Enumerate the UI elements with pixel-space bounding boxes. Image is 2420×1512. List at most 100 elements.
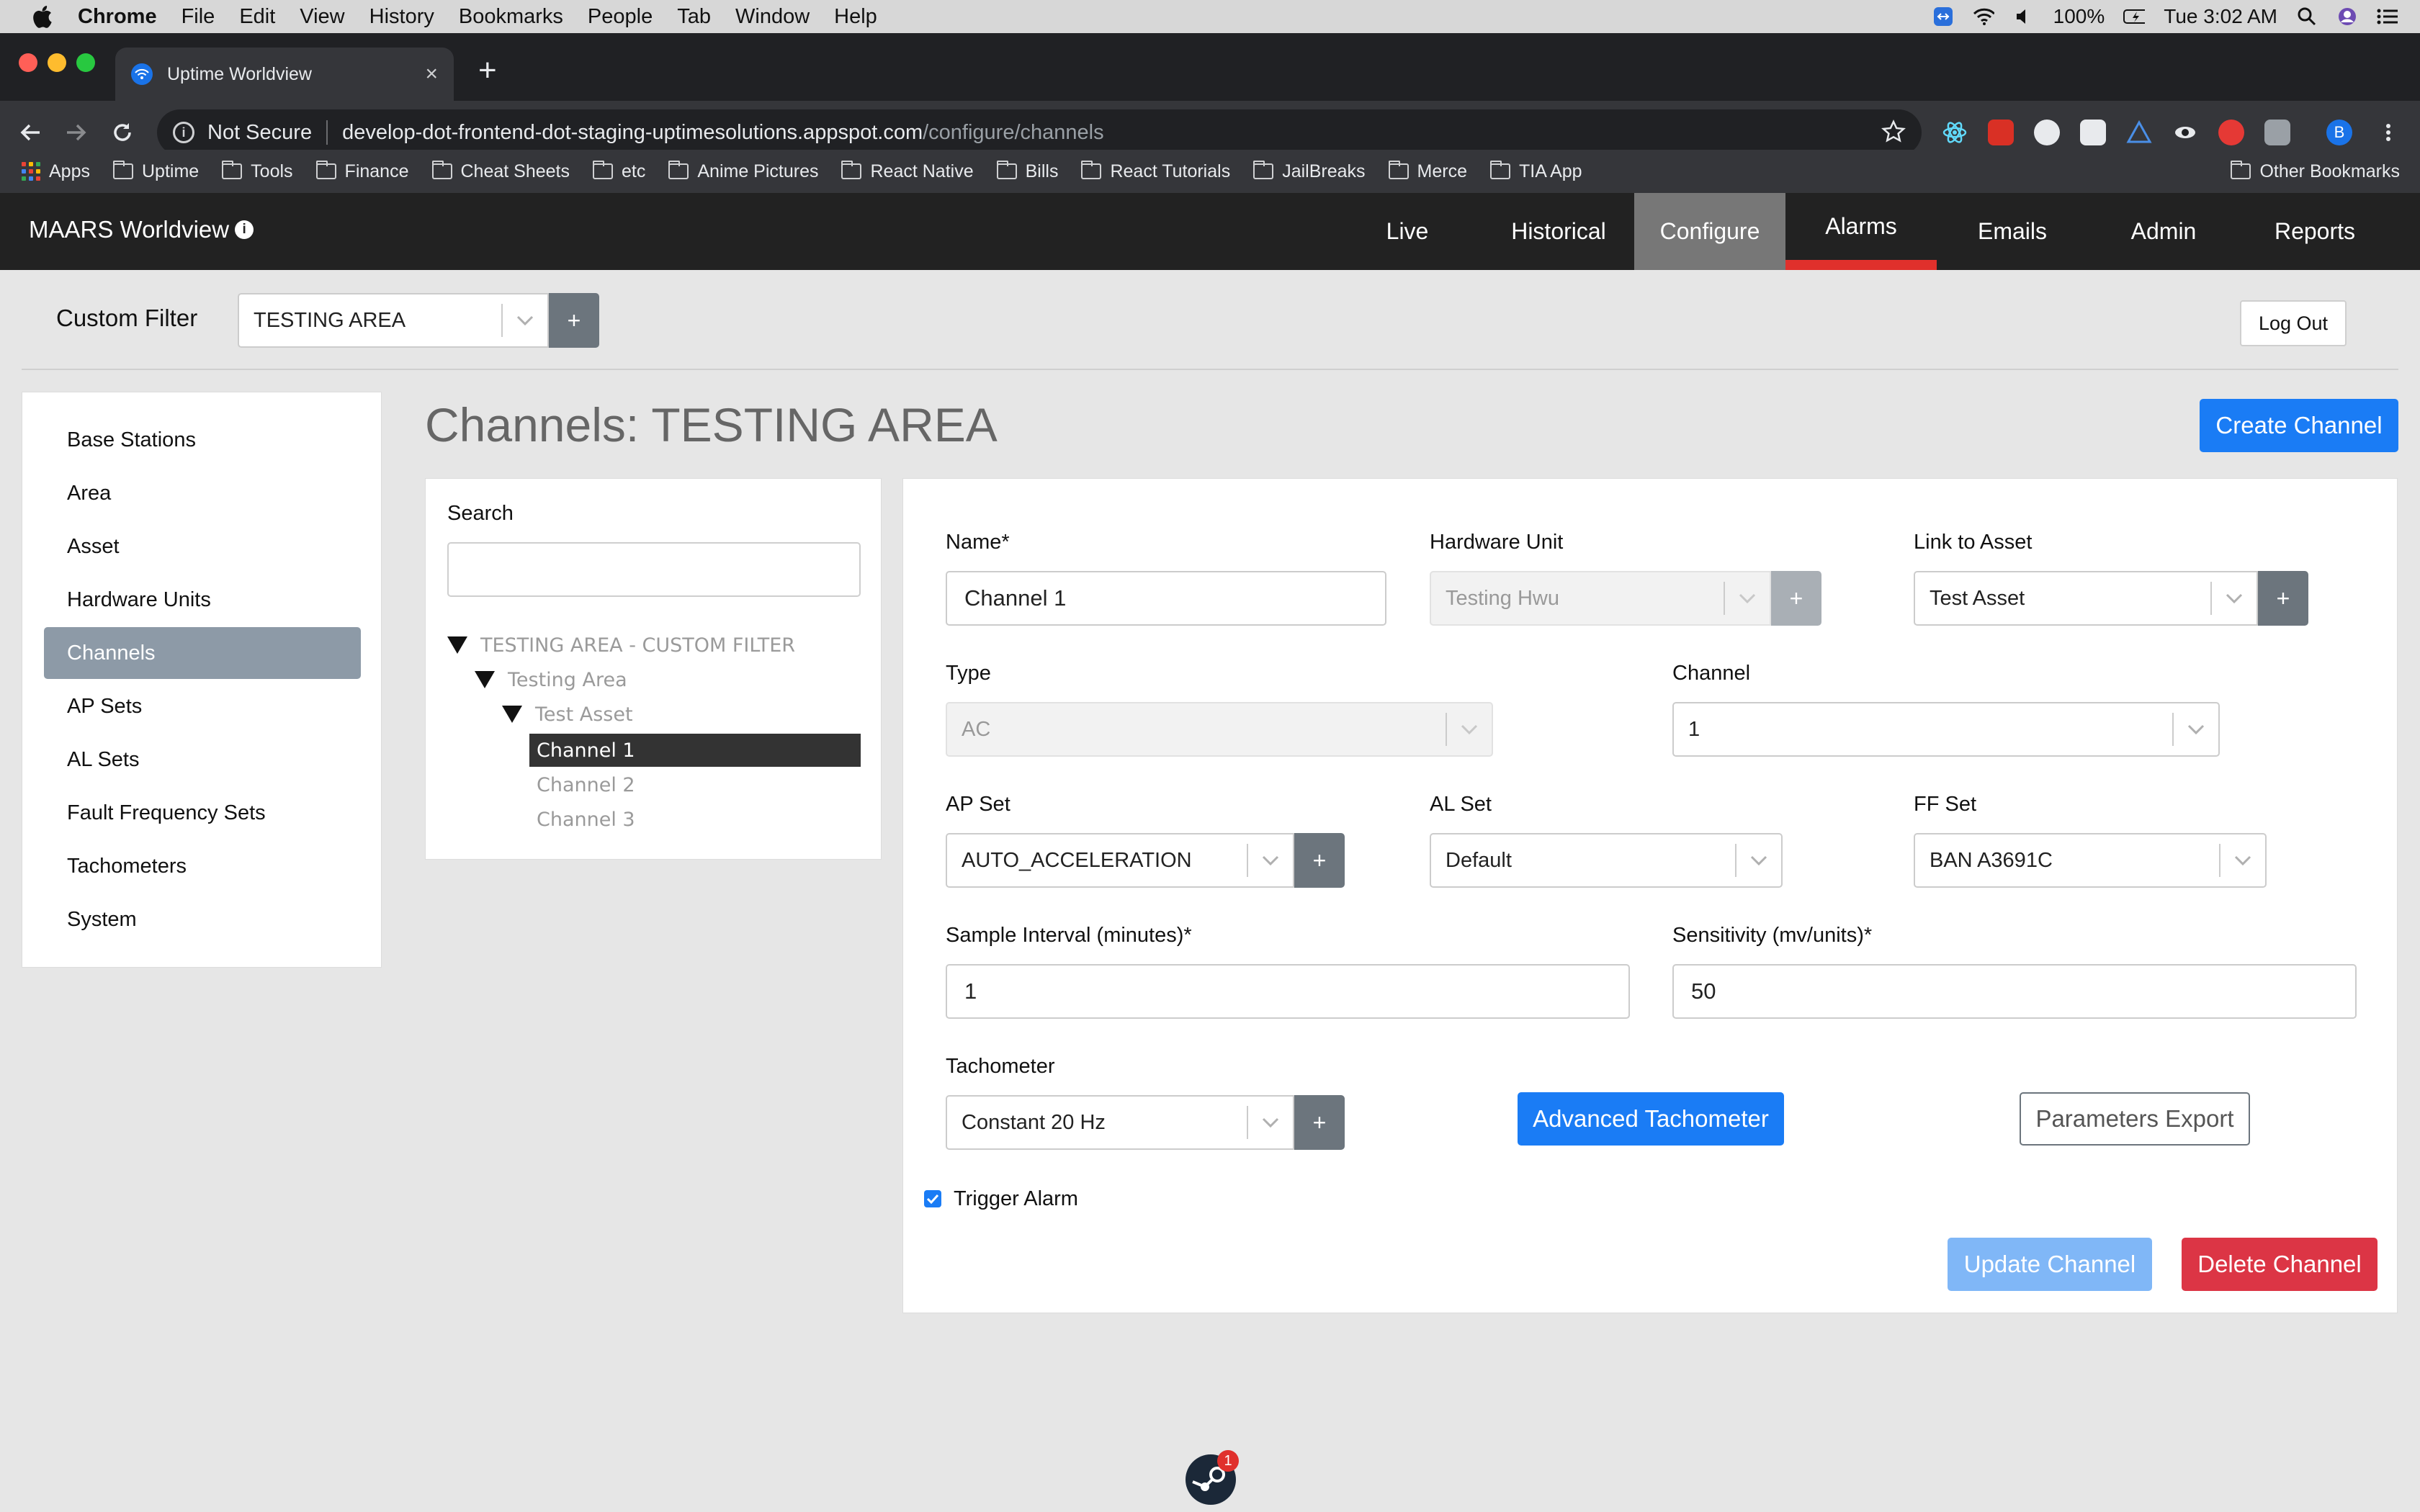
search-input[interactable] (447, 542, 861, 597)
window-minimize-button[interactable] (48, 53, 66, 72)
window-close-button[interactable] (19, 53, 37, 72)
nav-emails[interactable]: Emails (1937, 193, 2088, 270)
channel-select[interactable]: 1 (1672, 702, 2220, 757)
bookmark-folder[interactable]: React Native (841, 161, 974, 182)
other-bookmarks[interactable]: Other Bookmarks (2231, 150, 2400, 193)
sidebar-item-tachometers[interactable]: Tachometers (44, 840, 361, 892)
sidebar-item-area[interactable]: Area (44, 467, 361, 519)
menu-bookmarks[interactable]: Bookmarks (459, 5, 563, 29)
chevron-down-icon[interactable] (1736, 855, 1781, 865)
nav-admin[interactable]: Admin (2088, 193, 2239, 270)
chevron-down-icon[interactable] (2174, 724, 2218, 734)
chevron-down-icon[interactable] (1248, 1117, 1293, 1128)
tree-asset-node[interactable]: Test Asset (502, 698, 633, 731)
chevron-down-icon[interactable] (503, 315, 547, 325)
bookmark-apps[interactable]: Apps (22, 161, 90, 182)
nav-live[interactable]: Live (1332, 193, 1483, 270)
sidebar-item-hardware-units[interactable]: Hardware Units (44, 574, 361, 626)
reload-icon[interactable] (107, 117, 138, 148)
expand-triangle-icon[interactable] (447, 636, 467, 654)
nav-alarms[interactable]: Alarms (1785, 193, 1937, 270)
menu-help[interactable]: Help (834, 5, 877, 29)
chevron-down-icon[interactable] (1725, 593, 1770, 603)
bookmark-folder[interactable]: JailBreaks (1253, 161, 1366, 182)
apple-icon[interactable] (27, 2, 56, 31)
menu-view[interactable]: View (300, 5, 344, 29)
add-hardware-unit-button[interactable]: + (1771, 571, 1821, 626)
chevron-down-icon[interactable] (2220, 855, 2265, 865)
bookmark-star-icon[interactable] (1881, 120, 1906, 150)
menu-tab[interactable]: Tab (677, 5, 711, 29)
name-input[interactable]: Channel 1 (946, 571, 1386, 626)
parameters-export-button[interactable]: Parameters Export (2020, 1092, 2250, 1146)
extension-circle-icon[interactable] (2034, 120, 2060, 145)
ap-set-select[interactable]: AUTO_ACCELERATION (946, 833, 1294, 888)
menu-file[interactable]: File (182, 5, 215, 29)
extension-pin-icon[interactable] (2264, 120, 2290, 145)
sidebar-item-base-stations[interactable]: Base Stations (44, 414, 361, 466)
cors-extension-icon[interactable] (1988, 120, 2014, 145)
tree-channel-node[interactable]: Channel 3 (537, 803, 635, 836)
extension-triangle-icon[interactable] (2126, 120, 2152, 145)
nav-historical[interactable]: Historical (1483, 193, 1634, 270)
not-secure-label[interactable]: Not Secure (207, 121, 312, 145)
sidebar-item-channels[interactable]: Channels (44, 627, 361, 679)
sidebar-item-system[interactable]: System (44, 894, 361, 945)
site-info-icon[interactable]: i (173, 122, 194, 143)
custom-filter-select[interactable]: TESTING AREA (238, 293, 549, 348)
log-out-button[interactable]: Log Out (2240, 300, 2347, 346)
new-tab-button[interactable]: + (478, 55, 497, 86)
al-set-select[interactable]: Default (1430, 833, 1783, 888)
chevron-down-icon[interactable] (1248, 855, 1293, 865)
type-select[interactable]: AC (946, 702, 1493, 757)
sidebar-item-fault-frequency-sets[interactable]: Fault Frequency Sets (44, 787, 361, 839)
tree-channel-node[interactable]: Channel 2 (537, 768, 635, 801)
ff-set-select[interactable]: BAN A3691C (1914, 833, 2267, 888)
notification-center-icon[interactable] (2377, 6, 2398, 27)
bookmark-folder[interactable]: etc (593, 161, 645, 182)
bookmark-folder[interactable]: Merce (1388, 161, 1467, 182)
bookmark-folder[interactable]: TIA App (1490, 161, 1582, 182)
menu-window[interactable]: Window (735, 5, 810, 29)
delete-channel-button[interactable]: Delete Channel (2182, 1238, 2378, 1291)
sidebar-item-al-sets[interactable]: AL Sets (44, 734, 361, 786)
browser-tab[interactable]: Uptime Worldview × (115, 48, 454, 101)
advanced-tachometer-button[interactable]: Advanced Tachometer (1518, 1092, 1784, 1146)
tree-root-node[interactable]: TESTING AREA - CUSTOM FILTER (447, 629, 795, 662)
create-channel-button[interactable]: Create Channel (2200, 399, 2398, 452)
nav-reports[interactable]: Reports (2239, 193, 2390, 270)
address-bar[interactable]: i Not Secure develop-dot-frontend-dot-st… (157, 109, 1922, 156)
profile-avatar[interactable]: B (2326, 120, 2352, 145)
user-profile-icon[interactable] (2336, 6, 2358, 27)
extension-ghost-icon[interactable] (2080, 120, 2106, 145)
battery-icon[interactable] (2123, 6, 2146, 27)
menu-edit[interactable]: Edit (239, 5, 275, 29)
hardware-unit-select[interactable]: Testing Hwu (1430, 571, 1771, 626)
menu-app-name[interactable]: Chrome (78, 5, 157, 29)
extension-hand-icon[interactable] (2218, 120, 2244, 145)
tab-close-icon[interactable]: × (425, 62, 438, 86)
bookmark-folder[interactable]: Anime Pictures (668, 161, 818, 182)
sensitivity-input[interactable]: 50 (1672, 964, 2357, 1019)
react-devtools-icon[interactable] (1942, 120, 1968, 145)
trigger-alarm-label[interactable]: Trigger Alarm (954, 1187, 1078, 1211)
teamviewer-icon[interactable] (1932, 6, 1954, 27)
spotlight-search-icon[interactable] (2296, 6, 2318, 27)
chevron-down-icon[interactable] (2212, 593, 2257, 603)
bookmark-folder[interactable]: Cheat Sheets (431, 161, 570, 182)
forward-arrow-icon[interactable] (60, 117, 92, 148)
link-to-asset-select[interactable]: Test Asset (1914, 571, 2258, 626)
trigger-alarm-checkbox[interactable] (924, 1190, 941, 1207)
update-channel-button[interactable]: Update Channel (1948, 1238, 2152, 1291)
bookmark-folder[interactable]: React Tutorials (1081, 161, 1230, 182)
add-filter-button[interactable]: + (549, 293, 599, 348)
menubar-clock[interactable]: Tue 3:02 AM (2164, 5, 2277, 28)
sidebar-item-ap-sets[interactable]: AP Sets (44, 680, 361, 732)
bookmark-folder[interactable]: Tools (222, 161, 293, 182)
bookmark-folder[interactable]: Finance (315, 161, 409, 182)
sample-interval-input[interactable]: 1 (946, 964, 1630, 1019)
bookmark-folder[interactable]: Uptime (112, 161, 199, 182)
info-icon[interactable]: i (235, 220, 254, 239)
add-tachometer-button[interactable]: + (1294, 1095, 1345, 1150)
back-arrow-icon[interactable] (14, 117, 46, 148)
